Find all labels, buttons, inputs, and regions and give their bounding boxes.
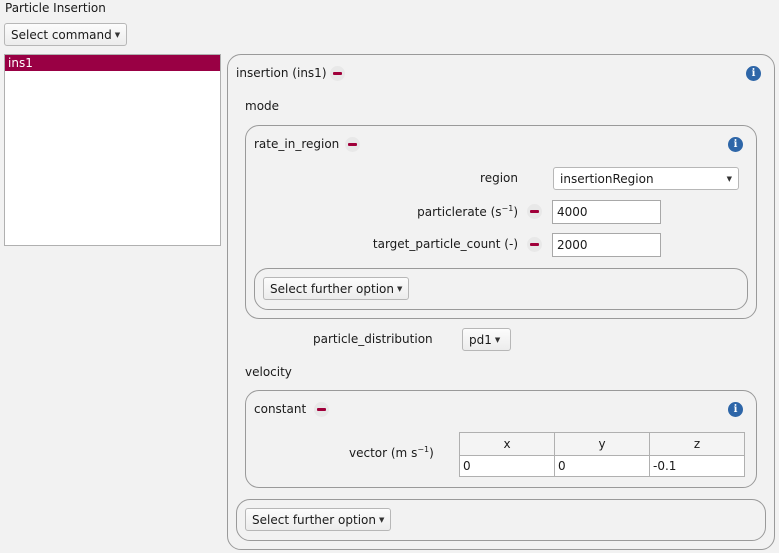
particlerate-label-text: particlerate (s — [417, 205, 502, 219]
region-label: region — [480, 171, 518, 185]
vector-z-cell[interactable]: -0.1 — [649, 455, 745, 477]
vector-unit-sup: −1 — [417, 445, 430, 454]
vector-label-text: vector (m s — [349, 446, 418, 460]
chevron-down-icon: ▼ — [726, 174, 732, 183]
further-option-label: Select further option — [270, 281, 394, 296]
remove-target-icon[interactable] — [527, 237, 542, 252]
target-label: target_particle_count (-) — [372, 237, 518, 251]
particle-distribution-label: particle_distribution — [313, 332, 433, 346]
outer-select-further-option-button[interactable]: Select further option ▼ — [245, 508, 392, 531]
insertion-list[interactable]: ins1 — [4, 54, 221, 246]
region-select[interactable]: insertionRegion ▼ — [553, 167, 739, 190]
insertion-header: insertion (ins1) — [236, 66, 327, 80]
column-header-y: y — [554, 432, 650, 456]
vector-x-cell[interactable]: 0 — [459, 455, 555, 477]
info-icon[interactable]: i — [728, 402, 743, 417]
remove-constant-icon[interactable] — [314, 402, 329, 417]
particlerate-field[interactable]: 4000 — [552, 200, 661, 224]
list-item-label: ins1 — [8, 56, 33, 70]
remove-insertion-icon[interactable] — [330, 66, 345, 81]
particlerate-label: particlerate (s−1) — [380, 204, 518, 219]
info-icon[interactable]: i — [746, 66, 761, 81]
vector-y-cell[interactable]: 0 — [554, 455, 650, 477]
column-header-z: z — [649, 432, 745, 456]
region-value: insertionRegion — [560, 171, 654, 186]
constant-header: constant — [254, 402, 307, 416]
mode-label: mode — [245, 99, 280, 113]
rate-in-region-header: rate_in_region — [254, 137, 340, 151]
outer-further-option-label: Select further option — [252, 512, 376, 527]
chevron-down-icon: ▼ — [396, 284, 403, 293]
select-command-label: Select command — [11, 27, 112, 42]
vector-table: x y z 0 0 -0.1 — [459, 432, 745, 477]
particlerate-label-suffix: ) — [513, 205, 518, 219]
velocity-label: velocity — [245, 365, 292, 379]
remove-particlerate-icon[interactable] — [527, 204, 542, 219]
select-command-button[interactable]: Select command ▼ — [4, 23, 128, 46]
column-header-x: x — [459, 432, 555, 456]
target-count-field[interactable]: 2000 — [552, 233, 661, 257]
chevron-down-icon: ▼ — [494, 335, 501, 344]
chevron-down-icon: ▼ — [378, 515, 385, 524]
particle-distribution-value: pd1 — [469, 332, 492, 347]
info-icon[interactable]: i — [728, 137, 743, 152]
vector-label-suffix: ) — [429, 446, 434, 460]
remove-rate-icon[interactable] — [345, 137, 360, 152]
chevron-down-icon: ▼ — [114, 30, 121, 39]
particle-distribution-select[interactable]: pd1 ▼ — [462, 328, 511, 351]
particlerate-unit-sup: −1 — [501, 204, 514, 213]
list-item[interactable]: ins1 — [5, 55, 220, 71]
page-title: Particle Insertion — [5, 1, 106, 15]
select-further-option-button[interactable]: Select further option ▼ — [263, 277, 410, 300]
vector-label: vector (m s−1) — [349, 445, 434, 460]
